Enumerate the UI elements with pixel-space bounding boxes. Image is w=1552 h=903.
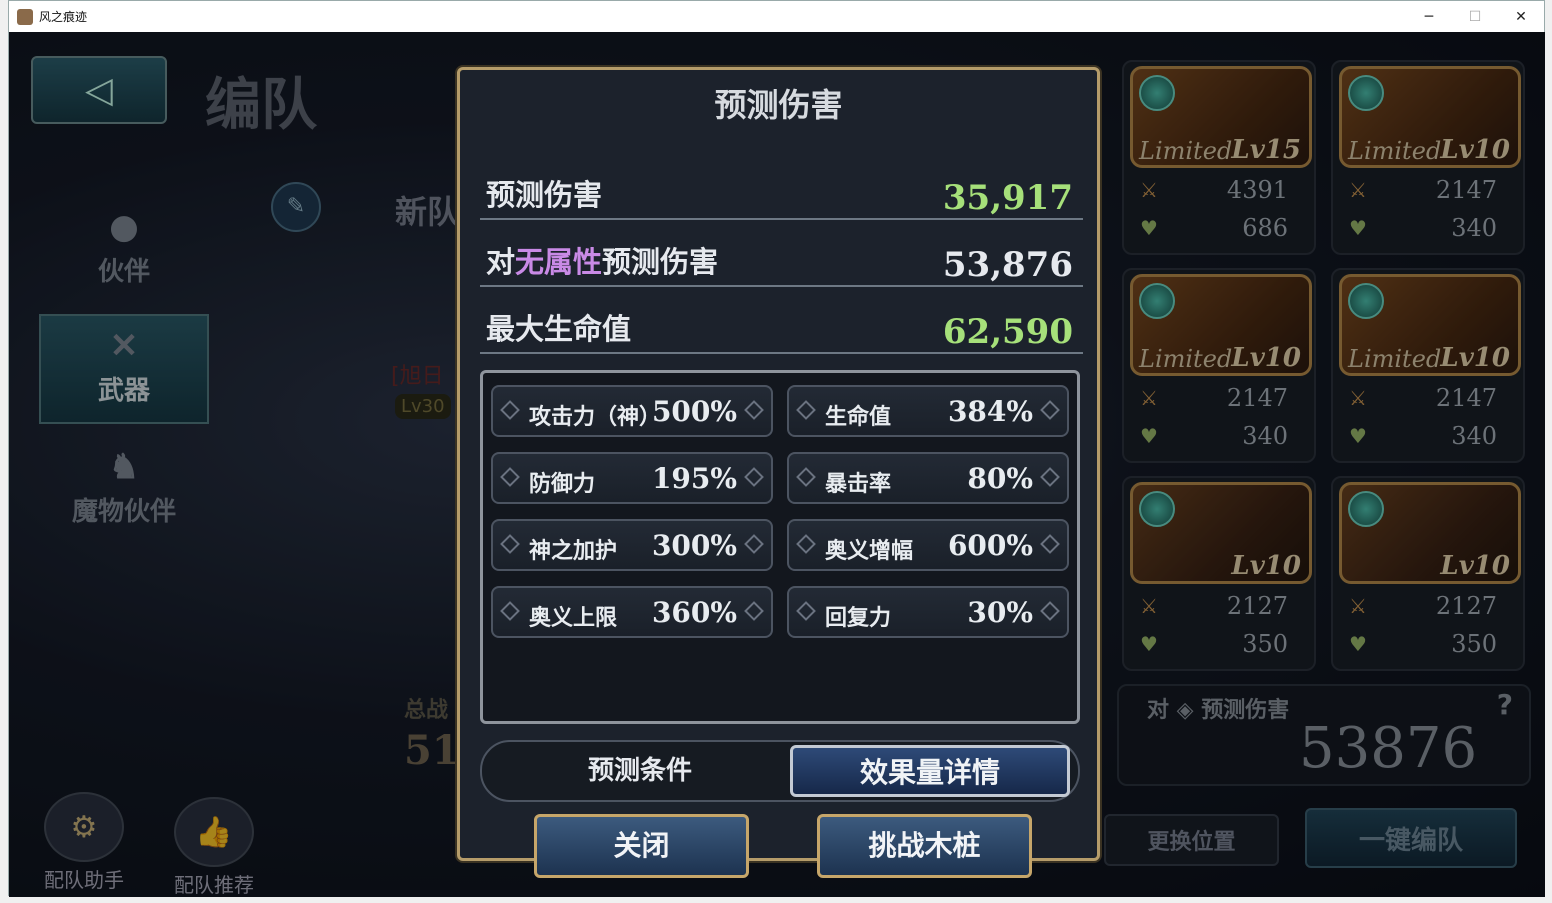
metric-row: 对无属性预测伤害 53,876 <box>480 235 1083 287</box>
stat-label: 暴击率 <box>825 472 892 497</box>
attribute-label: 无属性 <box>515 245 603 279</box>
stats-panel: 攻击力（神） 500% 生命值 384% 防御力 195% 暴击率 80% 神之加护 30… <box>480 370 1080 724</box>
window-title: 风之痕迹 <box>39 10 88 24</box>
metric-value: 53,876 <box>942 245 1073 285</box>
metric-value: 62,590 <box>942 312 1073 352</box>
stat-label: 生命值 <box>825 405 892 430</box>
metric-row: 预测伤害 35,917 <box>480 168 1083 220</box>
metric-label: 对无属性预测伤害 <box>486 239 718 281</box>
maximize-button[interactable]: ☐ <box>1452 1 1498 32</box>
tab-prediction-conditions[interactable]: 预测条件 <box>496 746 784 796</box>
close-button[interactable]: 关闭 <box>534 814 749 878</box>
damage-prediction-dialog: 预测伤害 预测伤害 35,917 对无属性预测伤害 53,876 最大生命值 6… <box>457 67 1100 878</box>
stat-label: 防御力 <box>529 472 596 497</box>
stat-value: 500% <box>651 395 737 428</box>
close-window-button[interactable]: ✕ <box>1498 1 1544 32</box>
metric-label-suffix: 预测伤害 <box>602 245 719 279</box>
game-viewport: ◁ 编队 ● 伙伴 ✕ 武器 ♞ 魔物伙伴 ✎ 新队 [旭日 Lv30 总战 5… <box>9 32 1545 897</box>
stat-value: 300% <box>651 529 737 562</box>
metric-label: 最大生命值 <box>486 312 632 346</box>
stat-label: 奥义增幅 <box>825 539 914 564</box>
stat-item: 回复力 30% <box>787 586 1069 638</box>
stat-value: 30% <box>967 596 1033 629</box>
tab-effect-details[interactable]: 效果量详情 <box>790 745 1070 797</box>
stat-label: 神之加护 <box>529 539 618 564</box>
stat-item: 生命值 384% <box>787 385 1069 437</box>
stat-label: 回复力 <box>825 606 892 631</box>
stat-value: 360% <box>651 596 737 629</box>
stat-value: 80% <box>967 462 1033 495</box>
stat-item: 攻击力（神） 500% <box>491 385 773 437</box>
stat-item: 暴击率 80% <box>787 452 1069 504</box>
app-icon <box>17 8 33 25</box>
dialog-title: 预测伤害 <box>714 86 843 124</box>
app-window: 风之痕迹 ─ ☐ ✕ ◁ 编队 ● 伙伴 ✕ 武器 ♞ 魔物伙伴 ✎ 新队 [旭… <box>8 0 1545 897</box>
challenge-dummy-button[interactable]: 挑战木桩 <box>817 814 1032 878</box>
stat-item: 神之加护 300% <box>491 519 773 571</box>
stat-label: 奥义上限 <box>529 606 618 631</box>
stat-value: 600% <box>947 529 1033 562</box>
stat-item: 防御力 195% <box>491 452 773 504</box>
metric-label-prefix: 对 <box>486 245 516 279</box>
stat-label: 攻击力（神） <box>529 405 662 430</box>
minimize-button[interactable]: ─ <box>1406 1 1452 32</box>
tab-bar: 预测条件 效果量详情 <box>480 740 1080 802</box>
title-bar: 风之痕迹 ─ ☐ ✕ <box>9 1 1544 32</box>
stat-value: 195% <box>651 462 737 495</box>
stat-item: 奥义上限 360% <box>491 586 773 638</box>
metric-value: 35,917 <box>942 178 1073 218</box>
stat-value: 384% <box>947 395 1033 428</box>
metric-row: 最大生命值 62,590 <box>480 302 1083 354</box>
metric-label: 预测伤害 <box>486 178 603 212</box>
stat-item: 奥义增幅 600% <box>787 519 1069 571</box>
